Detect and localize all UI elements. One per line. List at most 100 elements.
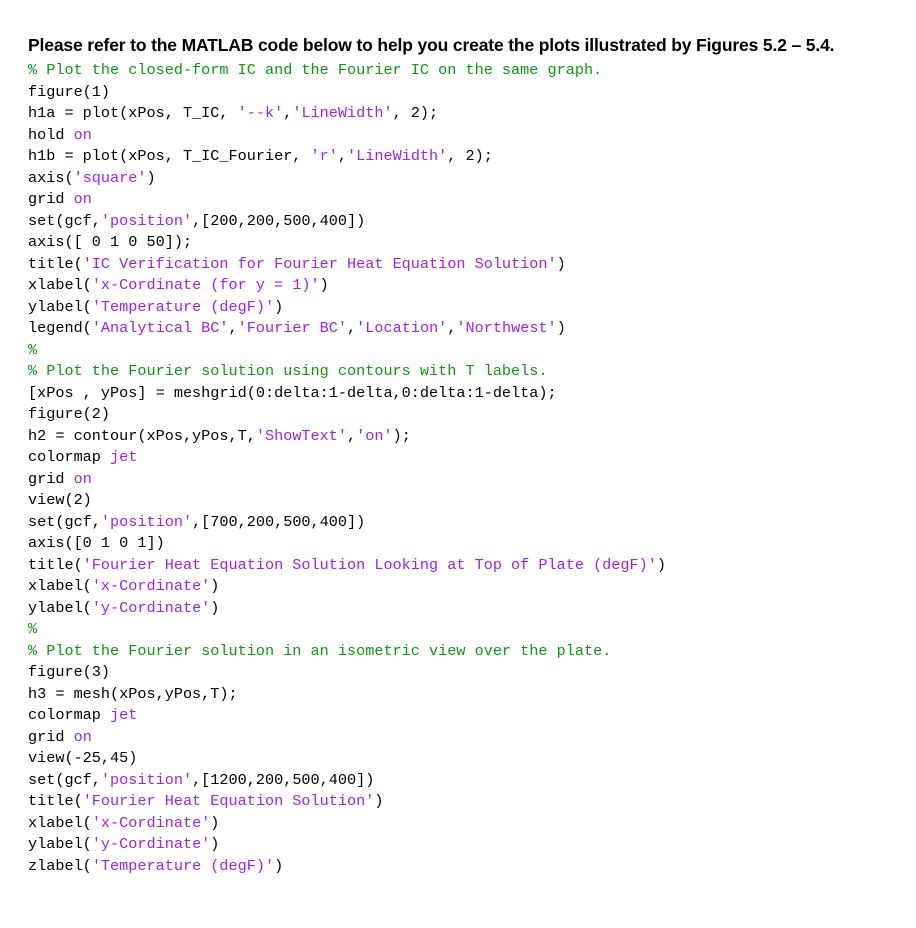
code-line: title('Fourier Heat Equation Solution') — [28, 791, 908, 813]
code-line: colormap jet — [28, 447, 908, 469]
code-token-string: 'y-Cordinate' — [91, 598, 211, 617]
code-token-plain: zlabel( — [28, 856, 92, 875]
code-token-plain: axis([0 1 0 1]) — [28, 534, 165, 552]
code-token-string: 'position' — [100, 770, 193, 789]
matlab-code-listing: % Plot the closed-form IC and the Fourie… — [28, 60, 908, 877]
code-token-plain: title( — [28, 555, 83, 574]
code-line: axis('square') — [28, 168, 908, 190]
code-token-plain: xlabel( — [28, 577, 92, 595]
code-token-string: 'x-Cordinate' — [91, 813, 211, 832]
code-token-string: 'Fourier BC' — [237, 319, 348, 337]
code-line: hold on — [28, 125, 908, 147]
code-token-plain: ) — [374, 792, 384, 810]
code-token-string: 'r' — [310, 147, 338, 165]
code-line: title('Fourier Heat Equation Solution Lo… — [28, 555, 908, 577]
code-token-plain: ) — [210, 813, 220, 832]
code-token-plain: h3 = mesh(xPos,yPos,T); — [28, 684, 238, 703]
code-line: view(-25,45) — [28, 748, 908, 770]
code-line: ylabel('y-Cordinate') — [28, 598, 908, 620]
code-token-plain: , — [347, 426, 357, 445]
code-line: figure(2) — [28, 404, 908, 426]
code-token-plain: ) — [656, 555, 666, 574]
code-token-plain: axis([ 0 1 0 50]); — [28, 233, 193, 251]
code-token-string: '--k' — [237, 104, 284, 122]
code-token-plain: , 2); — [392, 104, 439, 122]
code-line: h1b = plot(xPos, T_IC_Fourier, 'r','Line… — [28, 146, 908, 168]
code-token-plain: h1b = plot(xPos, T_IC_Fourier, — [28, 147, 311, 165]
code-token-string: 'LineWidth' — [347, 147, 448, 165]
code-token-plain: ) — [556, 254, 566, 273]
code-line: grid on — [28, 189, 908, 211]
code-line: zlabel('Temperature (degF)') — [28, 856, 908, 878]
code-line: xlabel('x-Cordinate') — [28, 813, 908, 835]
code-token-plain: h2 = contour(xPos,yPos,T, — [28, 426, 256, 445]
code-token-plain: view(-25,45) — [28, 749, 138, 767]
code-token-plain: ylabel( — [28, 598, 92, 617]
code-line: h2 = contour(xPos,yPos,T,'ShowText','on'… — [28, 426, 908, 448]
code-token-string: on — [73, 469, 92, 488]
code-line: % Plot the closed-form IC and the Fourie… — [28, 60, 908, 82]
code-token-plain: h1a = plot(xPos, T_IC, — [28, 104, 238, 122]
code-line: legend('Analytical BC','Fourier BC','Loc… — [28, 318, 908, 340]
code-token-plain: ,[1200,200,500,400]) — [192, 770, 375, 789]
code-token-plain: title( — [28, 254, 83, 273]
code-token-plain: , — [337, 147, 348, 165]
code-token-string: 'Location' — [356, 319, 448, 337]
code-line: figure(1) — [28, 82, 908, 104]
code-line: axis([ 0 1 0 50]); — [28, 232, 908, 254]
code-token-string: 'ShowText' — [255, 426, 347, 445]
code-token-plain: ) — [210, 577, 220, 595]
code-token-plain: grid — [28, 727, 74, 746]
code-line: h1a = plot(xPos, T_IC, '--k','LineWidth'… — [28, 103, 908, 125]
document-page: Please refer to the MATLAB code below to… — [0, 0, 916, 928]
code-token-plain: set(gcf, — [28, 512, 101, 531]
code-token-string: 'Fourier Heat Equation Solution' — [82, 792, 375, 810]
code-token-plain: axis( — [28, 168, 74, 187]
code-line: % Plot the Fourier solution using contou… — [28, 361, 908, 383]
code-token-plain: ) — [556, 319, 566, 337]
code-line: [xPos , yPos] = meshgrid(0:delta:1-delta… — [28, 383, 908, 405]
code-token-comment: % Plot the Fourier solution in an isomet… — [28, 641, 612, 660]
code-token-plain: view(2) — [28, 491, 92, 509]
code-token-plain: legend( — [28, 319, 92, 337]
code-token-string: on — [73, 190, 92, 208]
code-token-plain: colormap — [28, 448, 111, 466]
code-token-plain: , — [347, 319, 357, 337]
code-token-plain: hold — [28, 125, 74, 144]
code-token-string: 'position' — [100, 211, 193, 230]
code-token-string: 'IC Verification for Fourier Heat Equati… — [82, 254, 557, 273]
code-token-string: 'square' — [73, 168, 147, 187]
instruction-paragraph: Please refer to the MATLAB code below to… — [28, 34, 835, 55]
code-line: % — [28, 619, 908, 641]
code-line: set(gcf,'position',[700,200,500,400]) — [28, 512, 908, 534]
code-token-plain: ,[200,200,500,400]) — [192, 211, 366, 230]
code-line: % — [28, 340, 908, 362]
code-token-plain: ); — [392, 426, 411, 445]
code-token-plain: set(gcf, — [28, 770, 101, 789]
code-token-plain: ) — [210, 598, 220, 617]
code-token-plain: , 2); — [447, 147, 493, 165]
code-token-plain: figure(1) — [28, 82, 111, 101]
code-line: grid on — [28, 727, 908, 749]
code-token-plain: ) — [210, 835, 220, 853]
code-token-string: 'LineWidth' — [292, 104, 393, 122]
code-token-plain: title( — [28, 792, 83, 810]
code-token-string: 'Temperature (degF)' — [91, 856, 275, 875]
code-token-string: 'Temperature (degF)' — [91, 297, 275, 316]
code-token-plain: ,[700,200,500,400]) — [192, 512, 366, 531]
code-token-string: 'Northwest' — [456, 319, 557, 337]
code-token-plain: , — [283, 104, 293, 122]
code-line: ylabel('Temperature (degF)') — [28, 297, 908, 319]
code-line: ylabel('y-Cordinate') — [28, 834, 908, 856]
code-token-string: on — [73, 727, 92, 746]
code-line: figure(3) — [28, 662, 908, 684]
code-line: view(2) — [28, 490, 908, 512]
code-token-plain: figure(3) — [28, 663, 111, 681]
code-token-string: 'x-Cordinate' — [91, 577, 211, 595]
code-token-plain: ylabel( — [28, 835, 92, 853]
code-token-plain: , — [228, 319, 238, 337]
code-token-string: on — [73, 125, 92, 144]
code-line: xlabel('x-Cordinate (for y = 1)') — [28, 275, 908, 297]
code-token-plain: figure(2) — [28, 405, 111, 423]
code-token-plain: [xPos , yPos] = meshgrid(0:delta:1-delta… — [28, 383, 557, 402]
